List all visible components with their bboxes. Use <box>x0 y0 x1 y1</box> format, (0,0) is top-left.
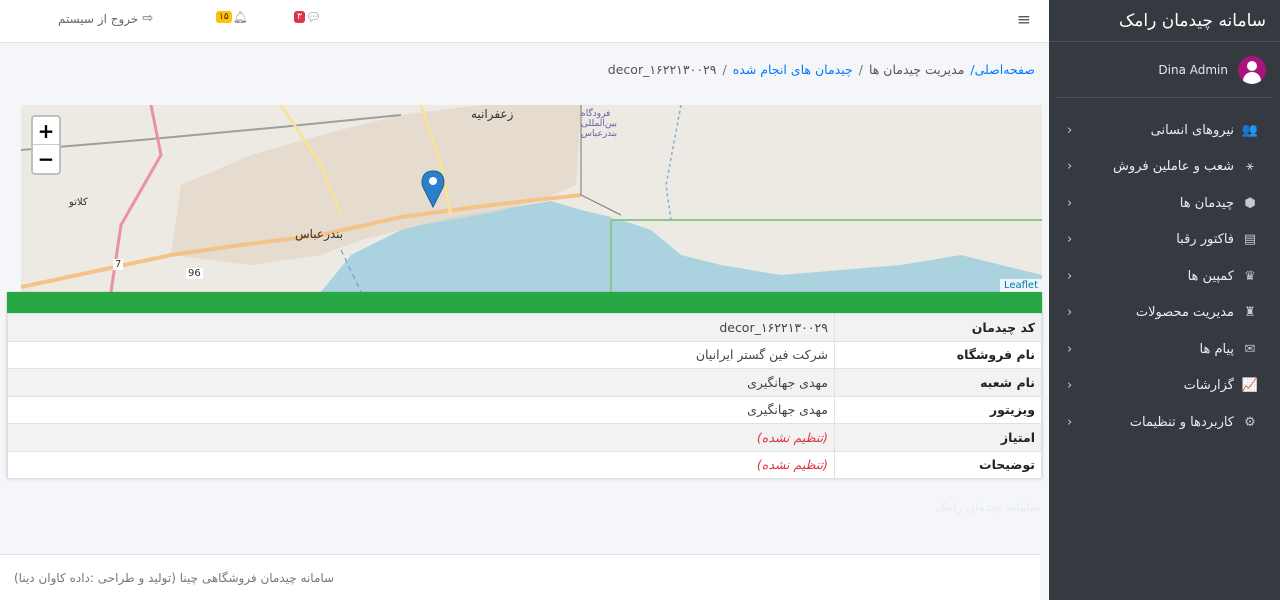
logout-link[interactable]: خروج از سیستم ⇨ <box>58 11 153 26</box>
sidebar-item-7[interactable]: › گزارشات 📈 <box>1049 368 1280 405</box>
sidebar-item-label: پیام ها <box>1199 341 1235 357</box>
map-label-city: بندرعباس <box>295 227 344 241</box>
breadcrumb-current: decor_۱۶۲۲۱۳۰۰۲۹ <box>607 62 717 77</box>
table-row: کد چیدمان decor_۱۶۲۲۱۳۰۰۲۹ <box>7 313 1042 342</box>
notifications-button[interactable]: ۱۵ 🔔︎ <box>216 10 248 24</box>
users-icon: 👥 <box>1241 122 1259 138</box>
map-tiles <box>21 105 1042 292</box>
breadcrumb-subsection[interactable]: چیدمان های انجام شده <box>733 62 853 77</box>
chevron-icon: › <box>1067 305 1073 321</box>
bell-icon: 🔔︎ <box>232 10 248 24</box>
comments-icon: 💬︎ <box>305 10 322 24</box>
cubes-icon: ⬢ <box>1244 195 1256 211</box>
map-road-7: 7 <box>113 259 124 270</box>
card-header <box>7 292 1042 313</box>
row-key: کد چیدمان <box>834 313 1042 342</box>
footer-text: سامانه چیدمان فروشگاهی چینا (تولید و طرا… <box>14 571 335 585</box>
chevron-icon: › <box>1067 122 1073 138</box>
table-row: امتیاز (تنظیم نشده) <box>7 423 1042 452</box>
table-row: نام شعبه مهدی جهانگیری <box>7 368 1042 397</box>
sidebar-item-label: مدیریت محصولات <box>1135 305 1234 321</box>
sidebar-item-label: کاربردها و تنظیمات <box>1129 414 1234 430</box>
avatar <box>1238 55 1266 84</box>
sidebar-item-1[interactable]: › شعب و عاملین فروش ⚹ <box>1049 149 1280 186</box>
row-value: (تنظیم نشده) <box>7 450 835 479</box>
row-value: مهدی جهانگیری <box>7 368 835 397</box>
sidebar-item-label: فاکتور رقبا <box>1176 232 1234 248</box>
chevron-icon: › <box>1067 268 1073 284</box>
sidebar-item-3[interactable]: › فاکتور رقبا ▤ <box>1049 222 1280 259</box>
breadcrumb-separator: / <box>858 62 863 77</box>
row-key: نام فروشگاه <box>834 340 1042 369</box>
trophy-icon: ♜ <box>1244 305 1256 321</box>
user-panel[interactable]: Dina Admin <box>1057 42 1272 98</box>
messages-button[interactable]: ۳ 💬︎ <box>294 10 321 24</box>
top-navbar: خروج از سیستم ⇨ ۱۵ 🔔︎ ۳ 💬︎ ≡ <box>0 0 1049 43</box>
sidebar-nav: › نیروهای انسانی 👥 › شعب و عاملین فروش ⚹ › چیدم… <box>1049 98 1280 441</box>
watermark-text: سامانه چیدمان رامک <box>936 500 1040 514</box>
map-label-village: کلاتو <box>69 197 88 208</box>
sidebar-item-6[interactable]: › پیام ها ✉ <box>1049 331 1280 368</box>
breadcrumb-separator: / <box>722 62 727 77</box>
comments-icon: ✉ <box>1244 341 1256 357</box>
chevron-icon: › <box>1067 341 1073 357</box>
notifications-badge: ۱۵ <box>216 11 232 23</box>
footer: سامانه چیدمان فروشگاهی چینا (تولید و طرا… <box>0 554 1040 600</box>
zoom-control: + − <box>31 115 61 175</box>
breadcrumb-home[interactable]: صفحه‌اصلی/ <box>970 62 1035 77</box>
sidebar-item-5[interactable]: › مدیریت محصولات ♜ <box>1049 295 1280 332</box>
book-icon: ▤ <box>1243 232 1257 248</box>
campaign-icon: ♛ <box>1244 268 1256 284</box>
chevron-icon: › <box>1067 195 1073 211</box>
sidebar-item-label: گزارشات <box>1183 378 1234 394</box>
sidebar-item-label: چیدمان ها <box>1179 195 1234 211</box>
cogs-icon: ⚙ <box>1244 414 1256 430</box>
row-value: decor_۱۶۲۲۱۳۰۰۲۹ <box>7 313 835 342</box>
map-label-district: زعفرانیه <box>471 107 514 121</box>
logout-label: خروج از سیستم <box>58 11 139 26</box>
sidebar-item-8[interactable]: › کاربردها و تنظیمات ⚙ <box>1049 404 1280 441</box>
messages-badge: ۳ <box>294 11 305 23</box>
map-road-96: 96 <box>186 268 203 279</box>
sidebar-item-label: شعب و عاملین فروش <box>1113 159 1234 175</box>
sidebar-item-label: نیروهای انسانی <box>1150 122 1234 138</box>
chevron-icon: › <box>1067 159 1073 175</box>
table-row: نام فروشگاه شرکت فین گستر ایرانیان <box>7 340 1042 369</box>
table-row: ویزیتور مهدی جهانگیری <box>7 395 1042 424</box>
row-value: شرکت فین گستر ایرانیان <box>7 340 835 369</box>
chevron-icon: › <box>1067 414 1073 430</box>
breadcrumb-section: مدیریت چیدمان ها <box>868 62 965 77</box>
sidebar-item-4[interactable]: › کمپین ها ♛ <box>1049 258 1280 295</box>
menu-toggle-icon[interactable]: ≡ <box>1017 10 1031 30</box>
sidebar-item-2[interactable]: › چیدمان ها ⬢ <box>1049 185 1280 222</box>
map-attribution-link[interactable]: Leaflet <box>999 279 1042 292</box>
breadcrumb: صفحه‌اصلی/ مدیریت چیدمان ها / چیدمان های… <box>608 62 1035 77</box>
details-card: کد چیدمان decor_۱۶۲۲۱۳۰۰۲۹ نام فروشگاه شرکت… <box>7 292 1042 479</box>
location-map[interactable]: بندرعباس زعفرانیه کلاتو 7 96 فرودگاه بین… <box>21 105 1042 292</box>
row-key: نام شعبه <box>834 368 1042 397</box>
zoom-in-button[interactable]: + <box>33 117 59 145</box>
chevron-icon: › <box>1067 378 1073 394</box>
row-key: امتیاز <box>834 423 1042 452</box>
details-table: کد چیدمان decor_۱۶۲۲۱۳۰۰۲۹ نام فروشگاه شرکت… <box>7 313 1042 479</box>
user-name: Dina Admin <box>1158 62 1228 77</box>
table-row: توضیحات (تنظیم نشده) <box>7 450 1042 479</box>
sidebar: سامانه چیدمان رامک Dina Admin › نیروهای ا… <box>1049 0 1280 600</box>
row-value: (تنظیم نشده) <box>7 423 835 452</box>
row-key: توضیحات <box>834 450 1042 479</box>
zoom-out-button[interactable]: − <box>33 145 59 173</box>
brand-title[interactable]: سامانه چیدمان رامک <box>1049 0 1280 42</box>
row-value: مهدی جهانگیری <box>7 395 835 424</box>
sitemap-icon: ⚹ <box>1246 159 1254 175</box>
row-key: ویزیتور <box>834 395 1042 424</box>
chart-icon: 📈 <box>1241 378 1259 394</box>
sidebar-item-label: کمپین ها <box>1187 268 1234 284</box>
map-label-airport: فرودگاه بین‌المللی بندرعباس <box>581 109 618 139</box>
sign-out-icon: ⇨ <box>142 11 154 26</box>
sidebar-item-0[interactable]: › نیروهای انسانی 👥 <box>1049 112 1280 149</box>
chevron-icon: › <box>1067 232 1073 248</box>
